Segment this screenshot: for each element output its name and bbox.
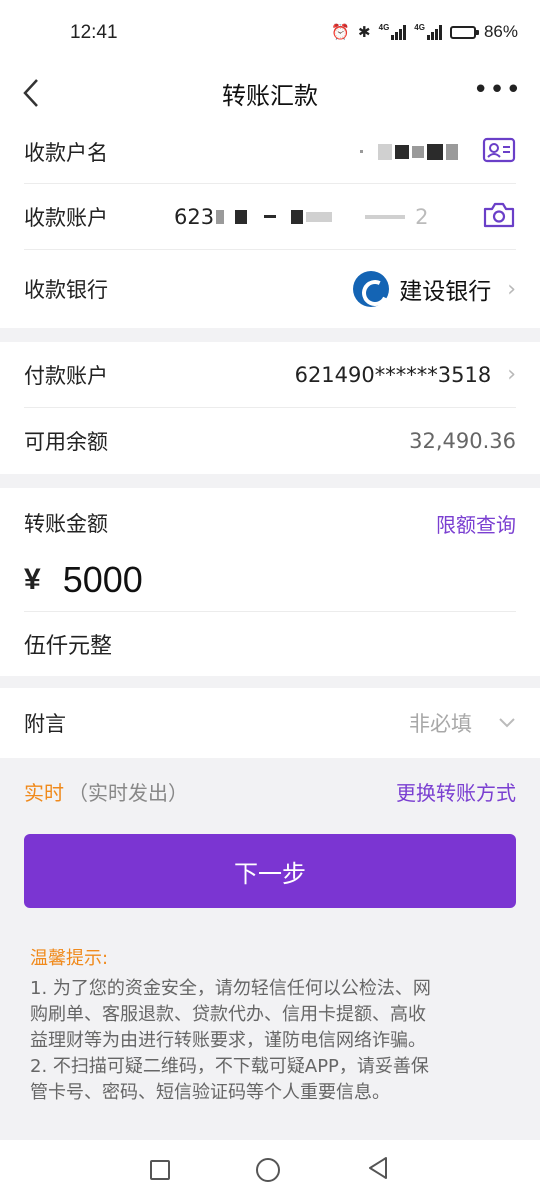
signal-icon: 4G [379, 24, 407, 40]
note-label: 附言 [24, 712, 66, 736]
payee-account-row[interactable]: 收款账户 623 2 [24, 184, 516, 250]
payer-account-label: 付款账户 [24, 363, 108, 388]
payer-account-value: 621490******3518 [294, 362, 492, 387]
note-placeholder[interactable]: 非必填 [409, 708, 472, 738]
amount-input[interactable]: ¥ 5000 [24, 548, 516, 612]
home-icon[interactable] [256, 1158, 280, 1182]
transfer-mode-desc: （实时发出） [68, 780, 188, 805]
payee-bank-row[interactable]: 收款银行 建设银行 › [24, 250, 516, 328]
recent-apps-icon[interactable] [150, 1160, 170, 1180]
chevron-right-icon: › [507, 362, 516, 387]
tips-line: 购刷单、客服退款、贷款代办、信用卡提额、高收 [30, 1004, 426, 1025]
tips-title: 温馨提示: [30, 948, 109, 969]
network-type-2: 4G [414, 23, 425, 32]
payer-account-row[interactable]: 付款账户 621490******3518 › [24, 342, 516, 408]
payee-account-suffix: 2 [415, 204, 429, 229]
battery-percent: 86% [483, 22, 518, 41]
status-icons: ⏰ ✱ 4G 4G 86% [331, 22, 518, 42]
currency-symbol: ¥ [24, 562, 41, 596]
payer-card: 付款账户 621490******3518 › 可用余额 32,490.36 [0, 342, 540, 474]
payee-name-row[interactable]: 收款户名 [24, 120, 516, 184]
camera-icon[interactable] [482, 201, 516, 233]
masked-payee-name [360, 143, 458, 160]
battery-icon [449, 25, 479, 39]
masked-payee-account [216, 209, 406, 224]
payee-name-label: 收款户名 [24, 140, 108, 165]
status-bar: 12:41 ⏰ ✱ 4G 4G 86% [0, 0, 540, 66]
transfer-mode: 实时 [24, 780, 64, 805]
bluetooth-icon: ✱ [358, 24, 371, 41]
tips-line: 益理财等为由进行转账要求，谨防电信网络诈骗。 [30, 1030, 426, 1051]
back-triangle-icon[interactable] [366, 1155, 390, 1185]
next-step-button[interactable]: 下一步 [24, 834, 516, 908]
payee-account-label: 收款账户 [24, 205, 108, 230]
contact-card-icon[interactable] [482, 137, 516, 167]
page-title: 转账汇款 [222, 82, 318, 110]
alarm-icon: ⏰ [331, 24, 351, 41]
nav-bar: 转账汇款 ••• [0, 66, 540, 120]
tips-line: 管卡号、密码、短信验证码等个人重要信息。 [30, 1082, 390, 1103]
chevron-down-icon[interactable] [498, 714, 516, 733]
amount-in-words: 伍仟元整 [24, 634, 113, 659]
amount-label: 转账金额 [24, 512, 108, 536]
balance-value: 32,490.36 [409, 429, 516, 453]
network-type-1: 4G [378, 23, 390, 32]
more-horizontal-icon[interactable]: ••• [473, 77, 522, 103]
note-row[interactable]: 附言 非必填 [24, 688, 516, 758]
balance-label: 可用余额 [24, 430, 108, 454]
change-mode-link[interactable]: 更换转账方式 [396, 777, 516, 806]
balance-row: 可用余额 32,490.36 [24, 408, 516, 474]
payee-bank-label: 收款银行 [24, 278, 108, 302]
amount-header: 转账金额 限额查询 [24, 488, 516, 548]
amount-value[interactable]: 5000 [63, 559, 143, 601]
signal-icon-2: 4G [414, 24, 442, 40]
tips-line: 2. 不扫描可疑二维码，不下载可疑APP，请妥善保 [30, 1056, 429, 1077]
payee-account-prefix: 623 [174, 204, 215, 229]
amount-card: 转账金额 限额查询 ¥ 5000 伍仟元整 [0, 488, 540, 676]
system-nav-bar [0, 1140, 540, 1200]
payee-card: 收款户名 收款账户 623 2 收款银行 建设银行 › [0, 120, 540, 328]
status-time: 12:41 [70, 22, 118, 43]
tips-line: 1. 为了您的资金安全，请勿轻信任何以公检法、网 [30, 978, 431, 999]
ccb-logo-icon [353, 271, 390, 307]
limit-query-link[interactable]: 限额查询 [436, 509, 516, 538]
chevron-right-icon: › [507, 276, 516, 302]
warm-tips: 温馨提示: 1. 为了您的资金安全，请勿轻信任何以公检法、网 购刷单、客服退款、… [0, 908, 540, 1106]
payee-bank-name: 建设银行 [399, 279, 492, 305]
transfer-mode-row: 实时 （实时发出） 更换转账方式 [0, 758, 540, 824]
note-card: 附言 非必填 [0, 688, 540, 758]
